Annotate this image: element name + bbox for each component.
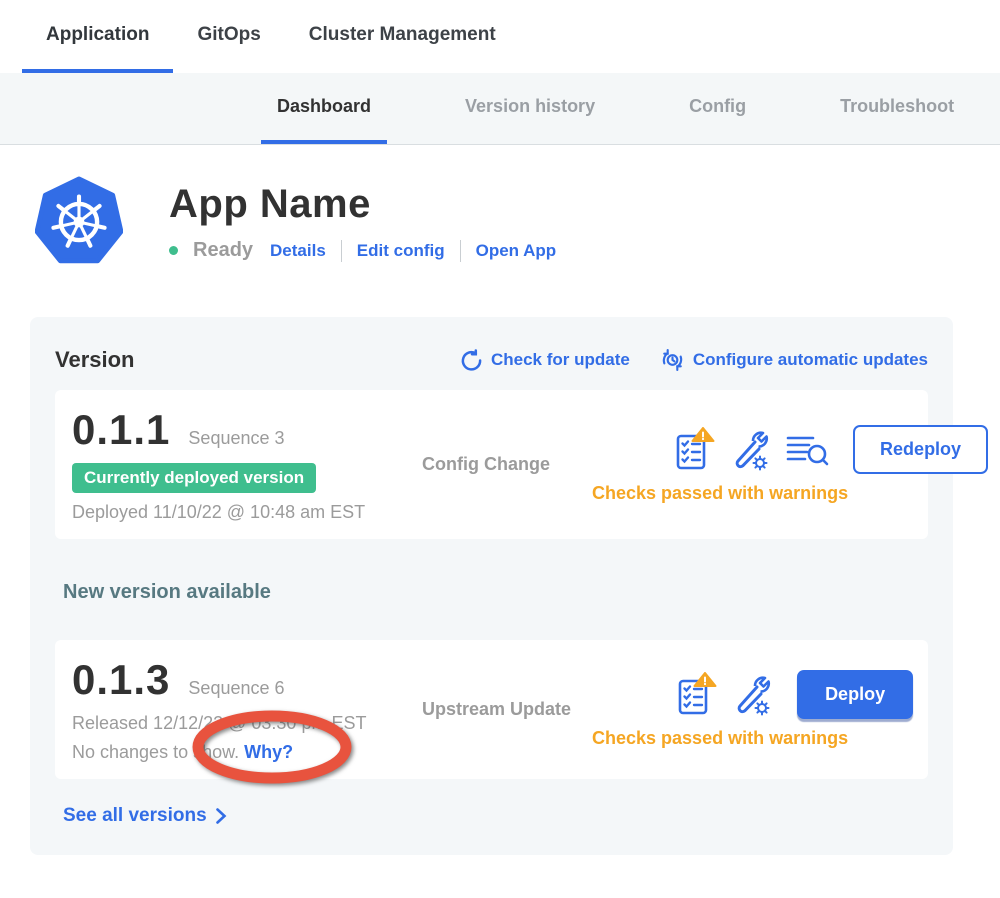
nav-tab-application[interactable]: Application — [22, 0, 173, 73]
schedule-update-icon — [660, 348, 685, 372]
edit-config-values-icon[interactable] — [731, 673, 773, 717]
chevron-right-icon — [215, 807, 227, 825]
current-version-number: 0.1.1 — [72, 406, 170, 454]
nav-tab-cluster-management[interactable]: Cluster Management — [285, 0, 520, 73]
new-version-info: 0.1.3 Sequence 6 Released 12/12/22 @ 03:… — [72, 656, 402, 763]
current-version-sequence: Sequence 3 — [188, 428, 284, 449]
preflight-warning-text: Checks passed with warnings — [592, 483, 848, 504]
tab-version-history[interactable]: Version history — [449, 73, 611, 144]
version-card-actions: Check for update Configure automatic upd… — [460, 348, 928, 372]
preflight-checks-icon[interactable] — [677, 672, 717, 718]
configure-automatic-updates-label: Configure automatic updates — [693, 350, 928, 370]
configure-automatic-updates-link[interactable]: Configure automatic updates — [660, 348, 928, 372]
why-link[interactable]: Why? — [244, 742, 293, 762]
current-version-actions: Redeploy Checks passed with warnings — [592, 425, 988, 504]
open-app-link[interactable]: Open App — [476, 241, 557, 261]
edit-config-values-icon[interactable] — [729, 428, 771, 472]
primary-nav: Application GitOps Cluster Management — [0, 0, 1000, 73]
check-for-update-label: Check for update — [491, 350, 630, 370]
current-version-row: 0.1.1 Sequence 3 Currently deployed vers… — [55, 390, 928, 539]
see-all-versions-link[interactable]: See all versions — [63, 805, 227, 827]
edit-config-link[interactable]: Edit config — [357, 241, 445, 261]
app-sub-nav: Dashboard Version history Config Trouble… — [0, 73, 1000, 145]
app-header: App Name Ready Details Edit config Open … — [0, 145, 1000, 268]
see-all-versions-label: See all versions — [63, 805, 207, 827]
version-card-title: Version — [55, 347, 134, 373]
nav-tab-gitops[interactable]: GitOps — [173, 0, 284, 73]
version-card: Version Check for update — [30, 317, 953, 855]
preflight-checks-icon[interactable] — [675, 427, 715, 473]
released-timestamp: Released 12/12/22 @ 03:30 pm EST — [72, 713, 402, 734]
check-for-update-link[interactable]: Check for update — [460, 349, 630, 372]
no-changes-label: No changes to show. — [72, 742, 239, 762]
redeploy-button[interactable]: Redeploy — [853, 425, 988, 474]
deployed-timestamp: Deployed 11/10/22 @ 10:48 am EST — [72, 502, 402, 523]
tab-troubleshoot[interactable]: Troubleshoot — [824, 73, 970, 144]
deploy-button[interactable]: Deploy — [797, 670, 913, 719]
tab-config[interactable]: Config — [673, 73, 762, 144]
divider — [341, 240, 342, 262]
status-dot-icon — [169, 246, 178, 255]
app-title-block: App Name Ready Details Edit config Open … — [169, 176, 556, 268]
tab-dashboard[interactable]: Dashboard — [261, 73, 387, 144]
details-link[interactable]: Details — [270, 241, 326, 261]
no-changes-text: No changes to show. Why? — [72, 742, 402, 763]
new-version-number: 0.1.3 — [72, 656, 170, 704]
new-version-row: 0.1.3 Sequence 6 Released 12/12/22 @ 03:… — [55, 640, 928, 779]
current-version-info: 0.1.1 Sequence 3 Currently deployed vers… — [72, 406, 402, 523]
new-version-available-heading: New version available — [63, 581, 928, 604]
currently-deployed-badge: Currently deployed version — [72, 463, 316, 493]
divider — [460, 240, 461, 262]
new-version-source: Upstream Update — [422, 699, 592, 720]
kubernetes-logo-icon — [35, 176, 123, 268]
status-badge: Ready — [193, 239, 253, 262]
current-version-source: Config Change — [422, 454, 592, 475]
new-version-sequence: Sequence 6 — [188, 678, 284, 699]
preflight-warning-text: Checks passed with warnings — [592, 728, 848, 749]
app-status-row: Ready Details Edit config Open App — [169, 239, 556, 262]
page-title: App Name — [169, 182, 556, 227]
view-files-icon[interactable] — [785, 432, 829, 468]
refresh-icon — [460, 349, 483, 372]
new-version-actions: Deploy Checks passed with warnings — [592, 670, 913, 749]
version-card-header: Version Check for update — [55, 347, 928, 373]
